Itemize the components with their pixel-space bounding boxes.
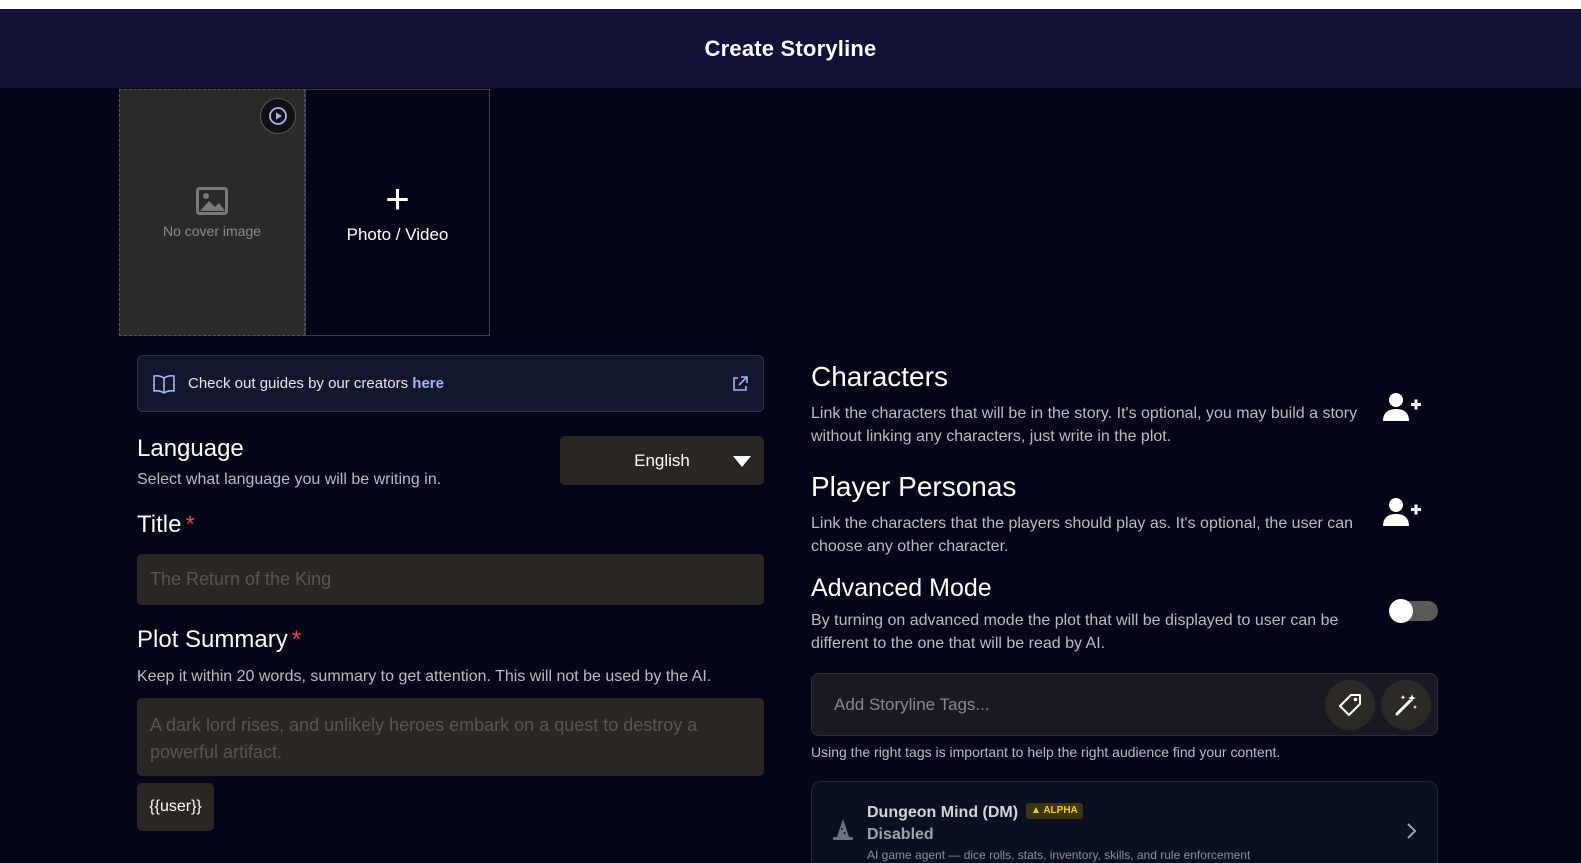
dungeon-mind-name: Dungeon Mind (DM) xyxy=(867,804,1019,821)
tags-input[interactable] xyxy=(812,694,1325,715)
user-plus-icon xyxy=(1383,393,1421,421)
guides-text: Check out guides by our creators here xyxy=(188,375,731,392)
toggle-knob xyxy=(1389,599,1413,623)
add-persona-button[interactable] xyxy=(1380,495,1424,529)
storyline-tags-field xyxy=(811,673,1438,736)
page-header: Create Storyline xyxy=(0,9,1581,88)
insert-user-variable-button[interactable]: {{user}} xyxy=(137,783,214,831)
language-description: Select what language you will be writing… xyxy=(137,471,442,488)
add-media-label: Photo / Video xyxy=(346,224,449,244)
characters-heading: Characters xyxy=(811,361,948,392)
plot-summary-label: Plot Summary xyxy=(137,626,288,653)
play-button[interactable] xyxy=(260,98,296,134)
title-input[interactable] xyxy=(137,554,764,605)
browse-tags-button[interactable] xyxy=(1325,679,1375,730)
plot-summary-description: Keep it within 20 words, summary to get … xyxy=(137,668,712,685)
page-title: Create Storyline xyxy=(704,35,877,61)
top-strip xyxy=(0,0,1581,9)
dungeon-mind-card[interactable]: Dungeon Mind (DM) ▲ ALPHA Disabled AI ga… xyxy=(811,781,1438,863)
wizard-hat-icon xyxy=(833,819,853,840)
cover-image-slot[interactable]: No cover image xyxy=(119,89,305,336)
user-plus-icon xyxy=(1383,498,1421,526)
language-selected-value: English xyxy=(634,450,690,470)
guides-text-prefix: Check out guides by our creators xyxy=(188,375,413,392)
dungeon-mind-status: Disabled xyxy=(867,826,934,843)
no-cover-label: No cover image xyxy=(162,222,262,239)
required-mark: * xyxy=(291,626,302,653)
image-placeholder-icon xyxy=(196,186,228,215)
add-character-button[interactable] xyxy=(1380,390,1424,424)
play-circle-icon xyxy=(269,107,287,125)
player-personas-heading: Player Personas xyxy=(811,471,1017,502)
dungeon-mind-subtitle: AI game agent — dice rolls, stats, inven… xyxy=(867,848,1251,862)
generate-tags-button[interactable] xyxy=(1381,679,1431,730)
alpha-badge-label: ALPHA xyxy=(1043,805,1078,816)
caret-down-icon xyxy=(733,456,751,467)
language-heading: Language xyxy=(137,435,244,462)
required-mark: * xyxy=(185,511,195,538)
flask-icon: ▲ xyxy=(1031,805,1041,816)
chevron-right-icon xyxy=(1407,823,1417,839)
plot-summary-input[interactable] xyxy=(137,698,764,776)
add-photo-video-button[interactable]: + Photo / Video xyxy=(305,89,490,336)
advanced-mode-description: By turning on advanced mode the plot tha… xyxy=(811,612,1339,652)
language-select[interactable]: English xyxy=(560,436,764,485)
magic-wand-icon xyxy=(1395,693,1417,715)
guides-banner[interactable]: Check out guides by our creators here xyxy=(137,355,764,412)
title-label: Title xyxy=(137,511,182,538)
plus-icon: + xyxy=(385,174,410,222)
book-open-icon xyxy=(153,374,175,394)
title-heading: Title * xyxy=(137,511,195,539)
guides-link[interactable]: here xyxy=(412,375,444,392)
external-link-icon[interactable] xyxy=(731,375,749,393)
characters-description: Link the characters that will be in the … xyxy=(811,405,1358,445)
player-personas-description: Link the characters that the players sho… xyxy=(811,515,1354,555)
advanced-mode-toggle[interactable] xyxy=(1389,599,1438,623)
advanced-mode-heading: Advanced Mode xyxy=(811,574,992,602)
alpha-badge: ▲ ALPHA xyxy=(1026,803,1083,819)
plot-summary-heading: Plot Summary * xyxy=(137,626,301,654)
tag-icon xyxy=(1339,693,1361,716)
tags-help-text: Using the right tags is important to hel… xyxy=(811,744,1281,760)
